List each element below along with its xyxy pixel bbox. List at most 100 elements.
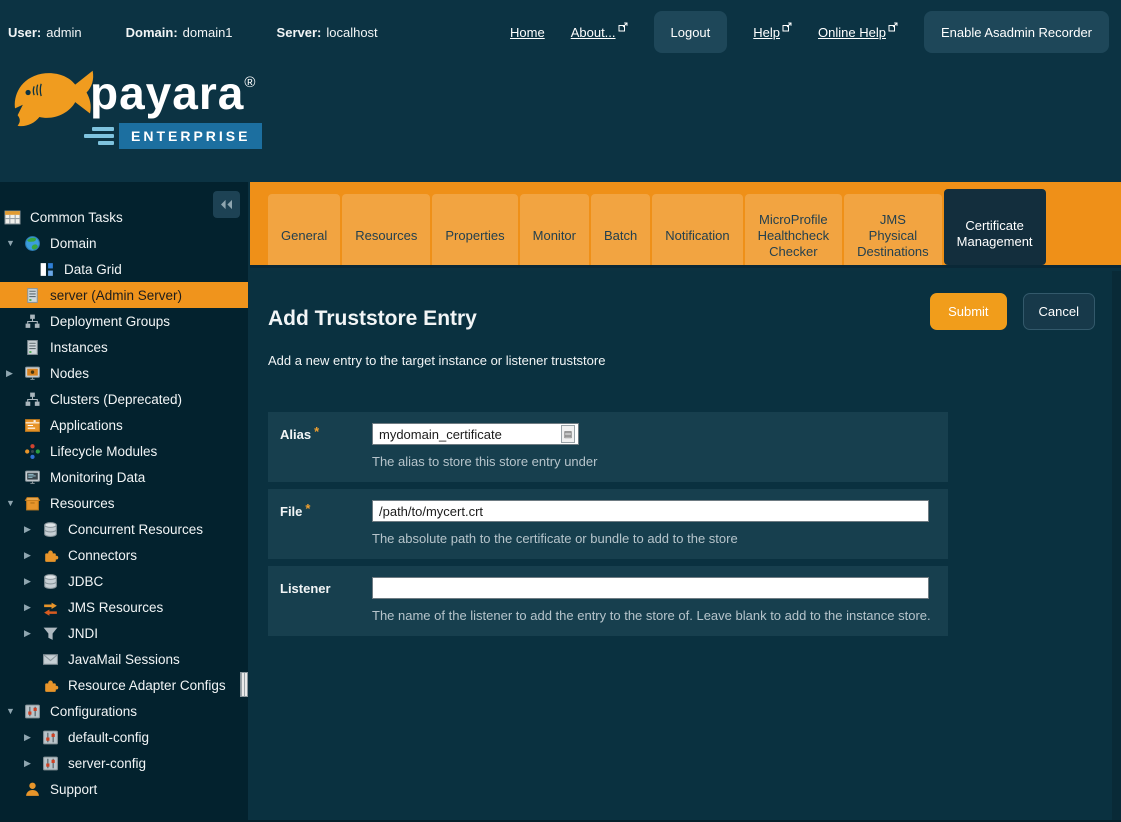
tab-certificate-management[interactable]: Certificate Management	[944, 189, 1046, 265]
person-icon	[24, 781, 41, 798]
sidebar-item-resources[interactable]: ▼ Resources	[0, 490, 248, 516]
sidebar-item-applications[interactable]: Applications	[0, 412, 248, 438]
tab-general[interactable]: General	[268, 194, 340, 265]
sidebar-item-lifecycle-modules[interactable]: Lifecycle Modules	[0, 438, 248, 464]
sidebar-item-label: Concurrent Resources	[68, 522, 203, 537]
sidebar-item-support[interactable]: Support	[0, 776, 248, 802]
sidebar-item-server-config[interactable]: ▶ server-config	[0, 750, 248, 776]
tree-arrow-icon[interactable]: ▶	[4, 368, 24, 379]
user-value: admin	[46, 25, 81, 40]
sidebar-item-domain[interactable]: ▼ Domain	[0, 230, 248, 256]
sidebar-item-default-config[interactable]: ▶ default-config	[0, 724, 248, 750]
sidebar-item-resource-adapter-configs[interactable]: Resource Adapter Configs	[0, 672, 248, 698]
truststore-entry-form: Alias* ▤ The alias to store this store e…	[268, 412, 948, 636]
domain-label: Domain:	[126, 25, 178, 40]
sidebar-item-clusters-deprecated[interactable]: Clusters (Deprecated)	[0, 386, 248, 412]
session-info: User:admin Domain:domain1 Server:localho…	[8, 25, 378, 40]
lifecycle-icon	[24, 443, 41, 460]
tree-arrow-icon[interactable]: ▶	[22, 758, 42, 769]
sidebar-item-label: Domain	[50, 236, 97, 251]
home-link[interactable]: Home	[510, 25, 545, 40]
required-asterisk: *	[305, 501, 310, 516]
action-buttons: Submit Cancel	[930, 293, 1095, 330]
field-hint: The alias to store this store entry unde…	[372, 454, 936, 469]
tree-arrow-icon[interactable]: ▼	[4, 706, 24, 716]
sidebar-item-label: Nodes	[50, 366, 89, 381]
logout-button[interactable]: Logout	[654, 11, 728, 53]
sidebar-item-connectors[interactable]: ▶ Connectors	[0, 542, 248, 568]
help-link-label: Help	[753, 25, 780, 40]
tab-batch[interactable]: Batch	[591, 194, 650, 265]
external-link-icon	[888, 22, 898, 32]
registered-mark: ®	[244, 74, 256, 91]
sidebar-item-data-grid[interactable]: Data Grid	[0, 256, 248, 282]
tree-arrow-icon[interactable]: ▶	[22, 576, 42, 587]
submit-button[interactable]: Submit	[930, 293, 1006, 330]
monitoring-icon	[24, 469, 41, 486]
field-label: Alias	[280, 427, 311, 442]
tab-microprofile-healthcheck-checker[interactable]: MicroProfile Healthcheck Checker	[745, 194, 843, 265]
tab-monitor[interactable]: Monitor	[520, 194, 589, 265]
online-help-link[interactable]: Online Help	[818, 25, 898, 40]
box-icon	[24, 495, 41, 512]
sidebar-item-jdbc[interactable]: ▶ JDBC	[0, 568, 248, 594]
server-icon	[24, 339, 41, 356]
online-help-link-label: Online Help	[818, 25, 886, 40]
sidebar-item-jndi[interactable]: ▶ JNDI	[0, 620, 248, 646]
field-row-listener: Listener* ▤ The name of the listener to …	[268, 566, 948, 636]
listener-input[interactable]	[372, 577, 929, 599]
main-content: Add Truststore Entry Submit Cancel Add a…	[250, 271, 1121, 822]
sidebar-item-label: Lifecycle Modules	[50, 444, 157, 459]
sidebar-item-label: Support	[50, 782, 97, 797]
tree-arrow-icon[interactable]: ▶	[22, 732, 42, 743]
tab-jms-physical-destinations[interactable]: JMS Physical Destinations	[844, 194, 942, 265]
sidebar-item-configurations[interactable]: ▼ Configurations	[0, 698, 248, 724]
file-input[interactable]	[372, 500, 929, 522]
tree-arrow-icon[interactable]: ▼	[4, 498, 24, 508]
edition-badge: ENTERPRISE	[119, 123, 262, 149]
server-icon	[24, 287, 41, 304]
sliders-icon	[42, 755, 59, 772]
server-info: Server:localhost	[277, 25, 378, 40]
applications-icon	[24, 417, 41, 434]
tab-properties[interactable]: Properties	[432, 194, 517, 265]
tree-arrow-icon[interactable]: ▶	[22, 602, 42, 613]
payara-logo: payara® ENTERPRISE	[8, 57, 262, 149]
about-link[interactable]: About...	[571, 25, 628, 40]
tree-arrow-icon[interactable]: ▶	[22, 524, 42, 535]
sidebar-item-label: Monitoring Data	[50, 470, 145, 485]
database-icon	[42, 521, 59, 538]
tree-arrow-icon[interactable]: ▼	[4, 238, 24, 248]
sidebar-item-common-tasks[interactable]: Common Tasks	[0, 204, 248, 230]
main-scrollbar-track[interactable]	[1112, 271, 1121, 822]
sidebar-item-label: Common Tasks	[30, 210, 123, 225]
sidebar-item-jms-resources[interactable]: ▶ JMS Resources	[0, 594, 248, 620]
help-link[interactable]: Help	[753, 25, 792, 40]
sidebar-item-javamail-sessions[interactable]: JavaMail Sessions	[0, 646, 248, 672]
sidebar-item-label: Applications	[50, 418, 123, 433]
tab-resources[interactable]: Resources	[342, 194, 430, 265]
sidebar-item-monitoring-data[interactable]: Monitoring Data	[0, 464, 248, 490]
sidebar-item-server-admin-server[interactable]: server (Admin Server)	[0, 282, 248, 308]
sidebar-item-deployment-groups[interactable]: Deployment Groups	[0, 308, 248, 334]
alias-input[interactable]	[372, 423, 579, 445]
enable-asadmin-recorder-button[interactable]: Enable Asadmin Recorder	[924, 11, 1109, 53]
field-label: Listener	[280, 581, 331, 596]
hierarchy-icon	[24, 391, 41, 408]
tree-arrow-icon[interactable]: ▶	[22, 550, 42, 561]
sidebar-item-label: JMS Resources	[68, 600, 163, 615]
sidebar-item-concurrent-resources[interactable]: ▶ Concurrent Resources	[0, 516, 248, 542]
external-link-icon	[618, 22, 628, 32]
puzzle-icon	[42, 547, 59, 564]
cancel-button[interactable]: Cancel	[1023, 293, 1095, 330]
tab-notification[interactable]: Notification	[652, 194, 742, 265]
sidebar-item-nodes[interactable]: ▶ Nodes	[0, 360, 248, 386]
sidebar-item-label: Data Grid	[64, 262, 122, 277]
topbar-actions: Home About... Logout Help Online Help En…	[510, 11, 1109, 53]
sidebar-item-instances[interactable]: Instances	[0, 334, 248, 360]
server-label: Server:	[277, 25, 322, 40]
page-title: Add Truststore Entry	[268, 307, 477, 331]
brand-wordmark: payara®	[90, 57, 256, 119]
tree-arrow-icon[interactable]: ▶	[22, 628, 42, 639]
sidebar-scrollbar-thumb[interactable]	[240, 672, 248, 697]
